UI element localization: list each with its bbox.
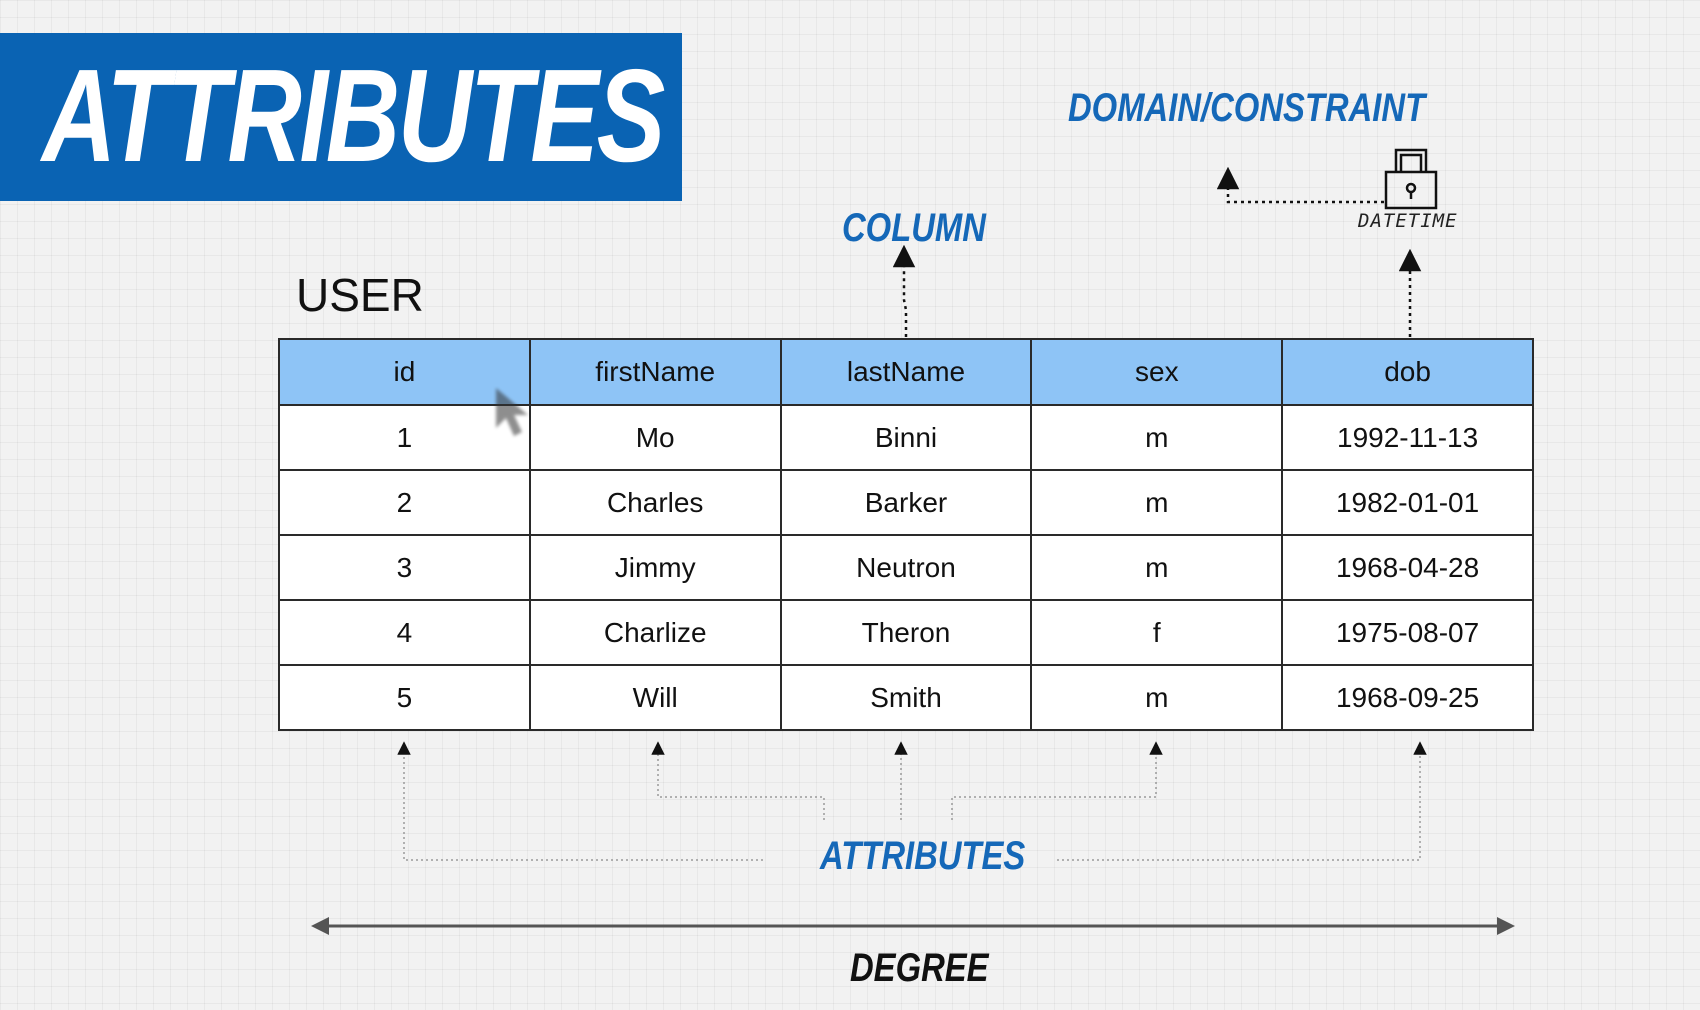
attribute-arrow-dob xyxy=(1057,741,1427,861)
column-arrow xyxy=(892,244,916,337)
attribute-arrow-id xyxy=(397,741,763,861)
degree-label: DEGREE xyxy=(850,946,989,990)
lock-icon xyxy=(1384,148,1438,210)
attribute-arrow-sex xyxy=(951,741,1163,820)
attributes-label: ATTRIBUTES xyxy=(820,834,1026,878)
attribute-arrow-firstname xyxy=(651,741,825,820)
constraint-arrow xyxy=(1216,166,1384,204)
mouse-cursor-icon xyxy=(496,388,528,436)
